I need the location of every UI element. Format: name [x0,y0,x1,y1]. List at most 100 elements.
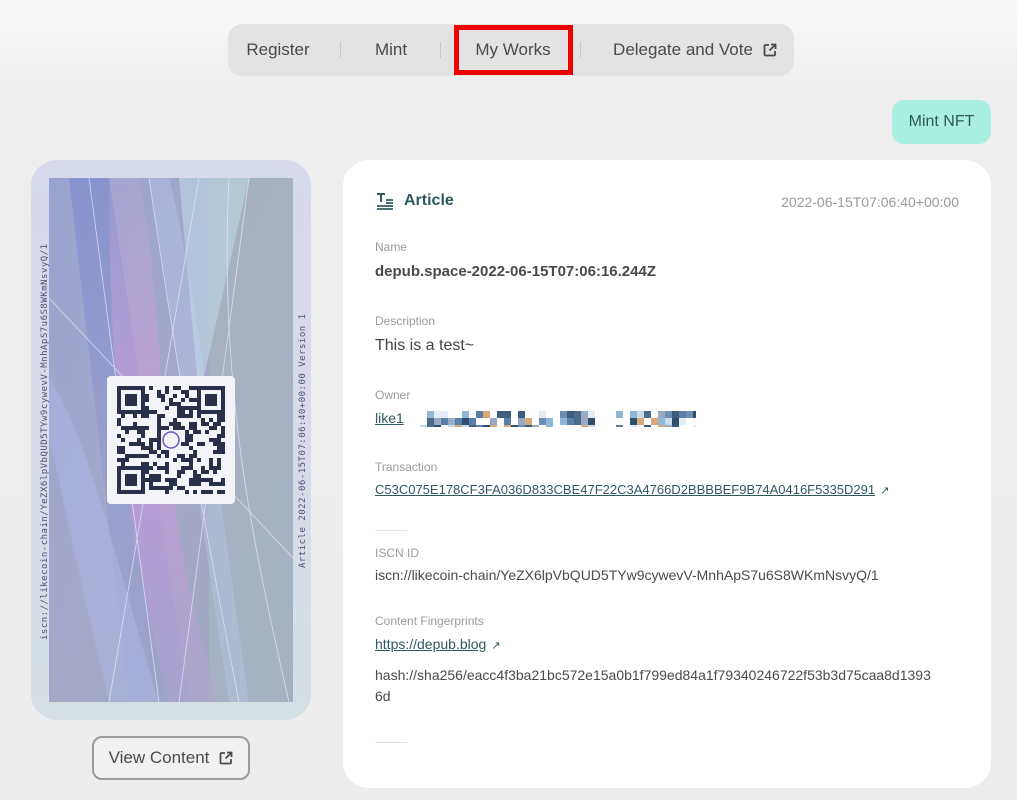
qr-module [157,430,161,434]
qr-module [173,478,177,482]
qr-module [217,438,221,442]
qr-module [213,442,217,446]
qr-module [213,450,217,454]
qr-module [149,410,153,414]
qr-module [153,474,157,478]
qr-module [121,450,125,454]
redaction-pixel [658,411,665,418]
qr-module [197,458,201,462]
redaction-pixel [574,411,581,418]
redaction-pixel [511,425,518,427]
name-label: Name [375,240,408,254]
qr-module [217,418,221,422]
qr-module [213,422,217,426]
qr-module [189,398,193,402]
article-icon [377,193,393,210]
fingerprint-url-link[interactable]: https://depub.blog [375,636,486,652]
qr-module [141,462,145,466]
qr-module [181,442,185,446]
qr-module [189,434,193,438]
redaction-pixel [518,411,525,418]
iscn-qr-code [107,376,235,504]
qr-module [145,398,149,402]
qr-module [173,426,177,430]
view-content-button[interactable]: View Content [92,736,250,780]
redaction-pixel [504,418,511,425]
qr-module [145,454,149,458]
nav-separator [440,42,441,58]
qr-module [117,422,121,426]
qr-module [173,402,177,406]
redaction-pixel [581,411,588,418]
redaction-pixel [539,418,546,425]
nav-my-works[interactable]: My Works [454,24,572,76]
qr-module [173,394,177,398]
qr-module [133,426,137,430]
qr-module [145,426,149,430]
redaction-pixel [658,425,665,427]
redaction-pixel [427,418,434,425]
qr-module [153,462,157,466]
redaction-pixel [434,418,441,425]
owner-address-link[interactable]: like1 [375,410,404,426]
qr-module [157,390,161,394]
qr-module [173,458,177,462]
qr-module [221,442,225,446]
qr-module [209,478,213,482]
qr-module [153,478,157,482]
qr-module [193,454,197,458]
qr-module [157,446,161,450]
qr-module [117,446,121,450]
qr-module [177,470,181,474]
redaction-pixel [546,425,553,427]
nav-delegate-and-vote[interactable]: Delegate and Vote [600,24,790,76]
qr-module [161,466,165,470]
redaction-pixel [427,425,434,427]
qr-module [145,446,149,450]
qr-module [185,430,189,434]
qr-module [189,458,193,462]
redaction-pixel [637,411,644,418]
qr-module [165,450,169,454]
redaction-pixel [616,411,623,418]
qr-module [221,434,225,438]
qr-module [193,426,197,430]
qr-module [189,446,193,450]
qr-module [193,450,197,454]
qr-module [209,466,213,470]
qr-module [217,442,221,446]
qr-module [141,430,145,434]
iscn-id-value: iscn://likecoin-chain/YeZX6lpVbQUD5TYw9c… [375,567,879,583]
qr-module [209,438,213,442]
qr-module [137,426,141,430]
nav-register[interactable]: Register [228,24,328,76]
nav-mint[interactable]: Mint [358,24,424,76]
qr-module [157,426,161,430]
redaction-pixel [616,425,623,427]
redaction-pixel [490,418,497,425]
record-type-label: Article [404,192,454,209]
qr-module [217,414,221,418]
transaction-hash-link[interactable]: C53C075E178CF3FA036D833CBE47F22C3A4766D2… [375,482,875,497]
qr-module [185,466,189,470]
redaction-pixel [637,418,644,425]
section-divider [375,742,407,743]
mint-nft-button[interactable]: Mint NFT [892,100,991,144]
owner-address-redacted [420,411,696,427]
qr-module [157,418,161,422]
fingerprint-url-row: https://depub.blog ↗ [375,636,501,652]
qr-module [213,466,217,470]
qr-module [153,450,157,454]
qr-module [221,414,225,418]
qr-module [121,438,125,442]
redaction-pixel [420,425,427,427]
qr-module [117,458,121,462]
qr-module [165,386,169,390]
redaction-pixel [455,418,462,425]
qr-module [149,386,153,390]
redaction-pixel [588,411,595,418]
qr-module [165,490,169,494]
qr-module [201,418,205,422]
qr-module [189,386,193,390]
qr-module [197,474,201,478]
